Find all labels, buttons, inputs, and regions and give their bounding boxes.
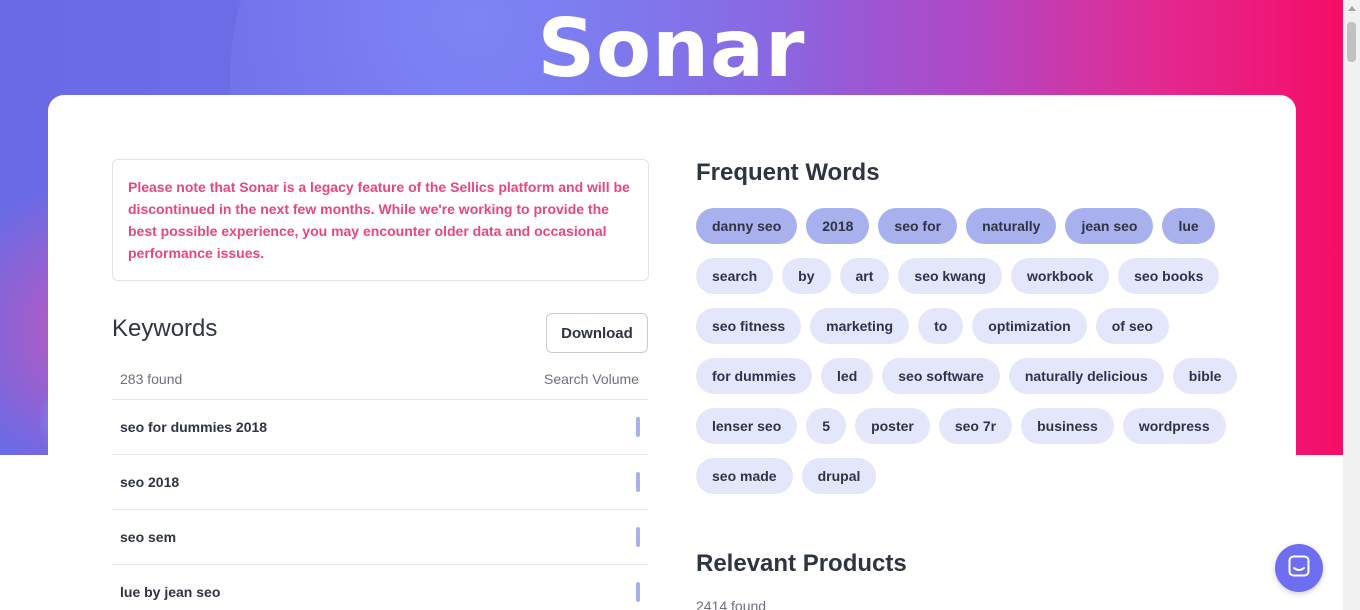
keyword-list: seo for dummies 2018 seo 2018 seo sem lue b… xyxy=(112,399,648,610)
word-chip[interactable]: lenser seo xyxy=(696,408,798,444)
word-chip[interactable]: to xyxy=(918,308,964,344)
app-title: Sonar xyxy=(537,2,806,95)
word-chip[interactable]: seo kwang xyxy=(898,258,1002,294)
word-chip[interactable]: art xyxy=(839,258,890,294)
word-chip[interactable]: 2018 xyxy=(806,208,870,244)
scrollbar-thumb[interactable] xyxy=(1347,22,1356,62)
page-scrollbar[interactable] xyxy=(1343,0,1360,610)
word-chip[interactable]: business xyxy=(1021,408,1114,444)
chat-button[interactable] xyxy=(1275,544,1323,592)
word-chip[interactable]: wordpress xyxy=(1122,408,1226,444)
word-chip[interactable]: danny seo xyxy=(696,208,798,244)
keywords-count: 283 found xyxy=(120,371,183,387)
word-chip[interactable]: of seo xyxy=(1095,308,1169,344)
relevant-products-count: 2414 found xyxy=(696,598,767,610)
keyword-text: seo sem xyxy=(120,529,177,545)
keyword-row[interactable]: seo for dummies 2018 xyxy=(112,399,648,454)
word-chip[interactable]: seo fitness xyxy=(696,308,802,344)
word-chip[interactable]: bible xyxy=(1172,358,1238,394)
word-chip[interactable]: seo for xyxy=(878,208,958,244)
word-chip[interactable]: workbook xyxy=(1011,258,1110,294)
keywords-title: Keywords xyxy=(112,315,218,342)
word-chip[interactable]: seo made xyxy=(696,458,793,494)
word-chip[interactable]: seo books xyxy=(1118,258,1220,294)
frequent-words-title: Frequent Words xyxy=(696,159,880,186)
word-chip[interactable]: drupal xyxy=(801,458,877,494)
chat-bubble-icon xyxy=(1287,554,1311,583)
word-chip[interactable]: search xyxy=(696,258,774,294)
search-volume-bar xyxy=(636,527,640,547)
word-chip[interactable]: by xyxy=(782,258,831,294)
legacy-notice: Please note that Sonar is a legacy featu… xyxy=(112,159,649,281)
word-chip[interactable]: for dummies xyxy=(696,358,813,394)
main-card: Please note that Sonar is a legacy featu… xyxy=(48,95,1296,610)
word-chip[interactable]: jean seo xyxy=(1065,208,1154,244)
keyword-text: lue by jean seo xyxy=(120,584,221,600)
keyword-row[interactable]: seo sem xyxy=(112,509,648,564)
keyword-text: seo for dummies 2018 xyxy=(120,419,268,435)
relevant-products-title: Relevant Products xyxy=(696,550,907,577)
frequent-words-chips: danny seo 2018 seo for naturally jean seo lue… xyxy=(696,208,1256,494)
word-chip[interactable]: seo software xyxy=(882,358,1000,394)
search-volume-bar xyxy=(636,582,640,602)
search-volume-bar xyxy=(636,417,640,437)
word-chip[interactable]: seo 7r xyxy=(938,408,1013,444)
download-button[interactable]: Download xyxy=(546,313,648,353)
word-chip[interactable]: optimization xyxy=(972,308,1087,344)
word-chip[interactable]: led xyxy=(821,358,874,394)
chevron-up-icon[interactable] xyxy=(1343,0,1360,17)
word-chip[interactable]: marketing xyxy=(810,308,910,344)
search-volume-bar xyxy=(636,472,640,492)
word-chip[interactable]: naturally xyxy=(966,208,1057,244)
keyword-text: seo 2018 xyxy=(120,474,180,490)
word-chip[interactable]: 5 xyxy=(806,408,847,444)
word-chip[interactable]: lue xyxy=(1162,208,1215,244)
keyword-row[interactable]: lue by jean seo xyxy=(112,564,648,610)
word-chip[interactable]: naturally delicious xyxy=(1008,358,1164,394)
keyword-row[interactable]: seo 2018 xyxy=(112,454,648,509)
word-chip[interactable]: poster xyxy=(855,408,930,444)
search-volume-header[interactable]: Search Volume xyxy=(544,371,639,387)
